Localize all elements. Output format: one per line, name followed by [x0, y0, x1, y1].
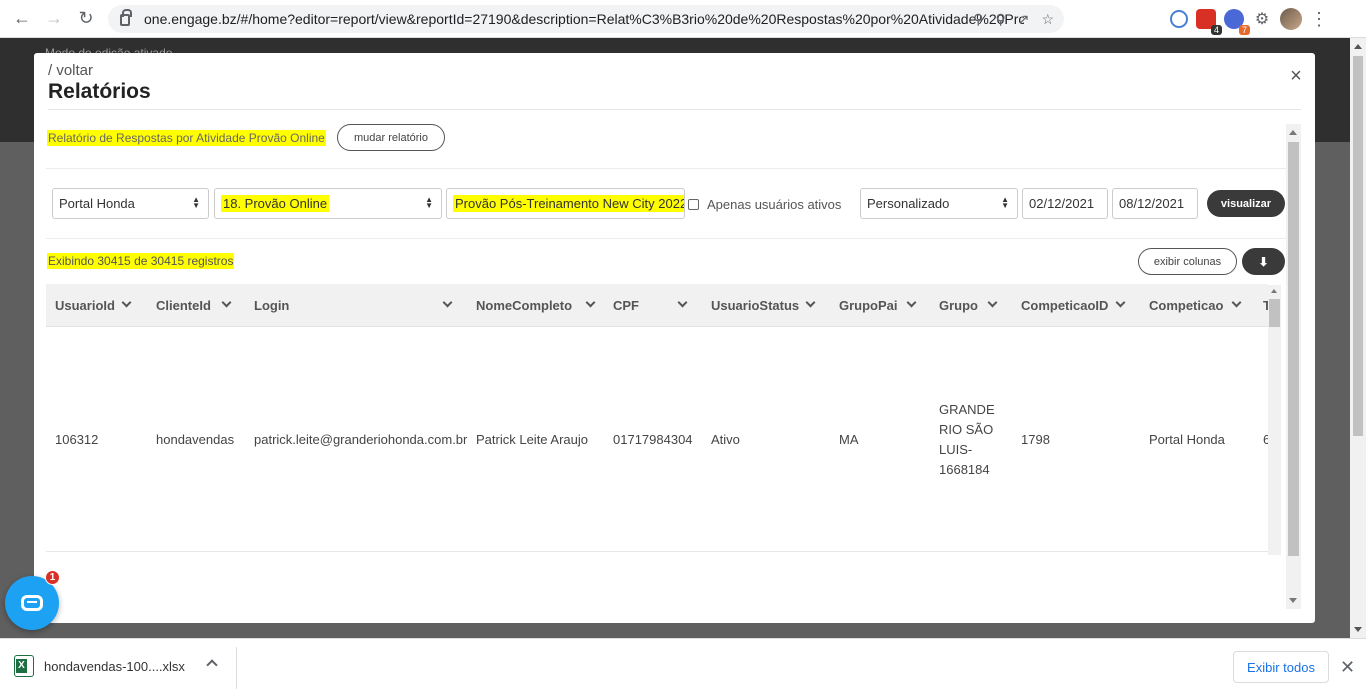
cell-clienteid: hondavendas	[156, 432, 235, 447]
change-report-button[interactable]: mudar relatório	[337, 124, 445, 151]
column-header[interactable]: UsuarioStatus	[711, 284, 833, 327]
scroll-up-icon[interactable]	[1271, 289, 1277, 293]
close-icon[interactable]: ✕	[1340, 657, 1355, 678]
reports-modal: × / voltar Relatórios Relatório de Respo…	[34, 53, 1315, 623]
close-icon[interactable]: ×	[1287, 66, 1305, 86]
star-icon[interactable]: ☆	[1041, 11, 1054, 28]
cell-grupopai: MA	[839, 432, 859, 447]
column-header[interactable]: Login	[254, 284, 456, 327]
column-header[interactable]: Competicao	[1149, 284, 1259, 327]
scroll-up-icon[interactable]	[1354, 44, 1362, 49]
period-select[interactable]: Personalizado ▲ ▼	[860, 188, 1018, 219]
cell-competicaoid: 1798	[1021, 432, 1050, 447]
url-text: one.engage.bz/#/home?editor=report/view&…	[144, 11, 1024, 27]
divider	[236, 647, 237, 689]
extension-blue-icon[interactable]: 7	[1224, 9, 1250, 35]
activity-select[interactable]: 18. Provão Online ▲ ▼	[214, 188, 442, 219]
show-all-button[interactable]: Exibir todos	[1233, 651, 1329, 683]
divider	[46, 168, 1300, 169]
scroll-up-icon[interactable]	[1289, 130, 1297, 135]
chevron-down-icon	[221, 297, 232, 308]
scroll-down-icon[interactable]	[1354, 627, 1362, 632]
column-header[interactable]: ClienteId	[156, 284, 248, 327]
cell-login: patrick.leite@granderiohonda.com.br	[254, 432, 468, 447]
active-users-label: Apenas usuários ativos	[707, 197, 842, 212]
chevron-down-icon	[906, 297, 917, 308]
cell-competicao: Portal Honda	[1149, 432, 1225, 447]
table-row[interactable]: 106312 hondavendas patrick.leite@grander…	[46, 328, 1268, 552]
chevron-down-icon	[987, 297, 998, 308]
lock-icon	[120, 9, 132, 26]
divider	[48, 109, 1301, 110]
chevron-down-icon	[442, 297, 453, 308]
forward-arrow-icon[interactable]: →	[38, 3, 70, 35]
view-button[interactable]: visualizar	[1207, 190, 1285, 217]
divider	[46, 238, 1300, 239]
chevron-down-icon	[677, 297, 688, 308]
chevron-up-icon[interactable]	[206, 659, 218, 671]
key-icon[interactable]: ⚲	[973, 11, 983, 28]
page-title: Relatórios	[48, 80, 151, 103]
download-bar: hondavendas-100....xlsx Exibir todos ✕	[0, 638, 1366, 697]
portal-select[interactable]: Portal Honda ▲ ▼	[52, 188, 209, 219]
chat-icon	[21, 595, 43, 611]
extension-globe-icon[interactable]	[1170, 10, 1188, 28]
chat-badge: 1	[45, 570, 60, 585]
chevron-down-icon	[585, 297, 596, 308]
report-name: Relatório de Respostas por Atividade Pro…	[47, 130, 326, 146]
puzzle-icon[interactable]: ⚙	[1252, 9, 1272, 29]
modal-content: Relatório de Respostas por Atividade Pro…	[34, 123, 1302, 611]
select-arrows-icon: ▲ ▼	[1001, 195, 1009, 210]
download-file-name: hondavendas-100....xlsx	[44, 658, 185, 674]
page-scrollbar[interactable]	[1350, 38, 1366, 638]
back-arrow-icon[interactable]: ←	[6, 3, 38, 35]
show-columns-button[interactable]: exibir colunas	[1138, 248, 1237, 275]
column-header[interactable]: CPF	[613, 284, 703, 327]
zoom-icon[interactable]: ⚲	[995, 11, 1005, 28]
extension-red-icon[interactable]: 4	[1196, 9, 1222, 35]
select-arrows-icon: ▲ ▼	[425, 195, 433, 210]
cell-usuarioid: 106312	[55, 432, 99, 447]
download-button[interactable]: ⬇	[1242, 248, 1285, 275]
column-header[interactable]: NomeCompleto	[476, 284, 606, 327]
avatar[interactable]	[1280, 8, 1302, 30]
back-link[interactable]: / voltar	[48, 62, 93, 79]
scrollbar-thumb[interactable]	[1269, 299, 1280, 327]
scroll-down-icon[interactable]	[1289, 598, 1297, 603]
column-header[interactable]: Grupo	[939, 284, 1015, 327]
active-users-checkbox-wrap[interactable]: Apenas usuários ativos	[688, 197, 841, 212]
chevron-down-icon	[121, 297, 132, 308]
table-scrollbar[interactable]	[1268, 285, 1281, 555]
chevron-down-icon	[1231, 297, 1242, 308]
active-users-checkbox[interactable]	[688, 199, 699, 210]
download-item[interactable]: hondavendas-100....xlsx	[14, 655, 185, 677]
cell-usuariostatus: Ativo	[711, 432, 740, 447]
cell-cpf: 01717984304	[613, 432, 693, 447]
chevron-down-icon	[805, 297, 816, 308]
date-from-input[interactable]: 02/12/2021	[1022, 188, 1108, 219]
records-table: UsuarioId ClienteId Login NomeCompleto C…	[46, 284, 1268, 611]
column-header[interactable]: GrupoPai	[839, 284, 933, 327]
download-icon: ⬇	[1258, 254, 1269, 269]
share-icon[interactable]: ↗	[1018, 11, 1030, 28]
scrollbar-thumb[interactable]	[1288, 142, 1299, 556]
select-arrows-icon: ▲ ▼	[192, 195, 200, 210]
address-bar[interactable]: one.engage.bz/#/home?editor=report/view&…	[108, 5, 1064, 33]
records-count: Exibindo 30415 de 30415 registros	[47, 253, 235, 269]
scrollbar-thumb[interactable]	[1353, 56, 1363, 436]
kebab-menu-icon[interactable]: ⋮	[1310, 9, 1328, 30]
browser-toolbar: ← → ↻ one.engage.bz/#/home?editor=report…	[0, 0, 1366, 38]
modal-scrollbar[interactable]	[1286, 124, 1301, 609]
date-to-input[interactable]: 08/12/2021	[1112, 188, 1198, 219]
test-select[interactable]: Provão Pós-Treinamento New City 2022	[446, 188, 685, 219]
chevron-down-icon	[1115, 297, 1126, 308]
table-header: UsuarioId ClienteId Login NomeCompleto C…	[46, 284, 1268, 327]
excel-file-icon	[14, 655, 34, 677]
column-header[interactable]: UsuarioId	[55, 284, 150, 327]
column-header[interactable]: CompeticaoID	[1021, 284, 1143, 327]
reload-icon[interactable]: ↻	[70, 3, 102, 35]
cell-nomecompleto: Patrick Leite Araujo	[476, 432, 589, 447]
cell-grupo: GRANDE RIO SÃO LUIS-1668184	[939, 402, 995, 477]
